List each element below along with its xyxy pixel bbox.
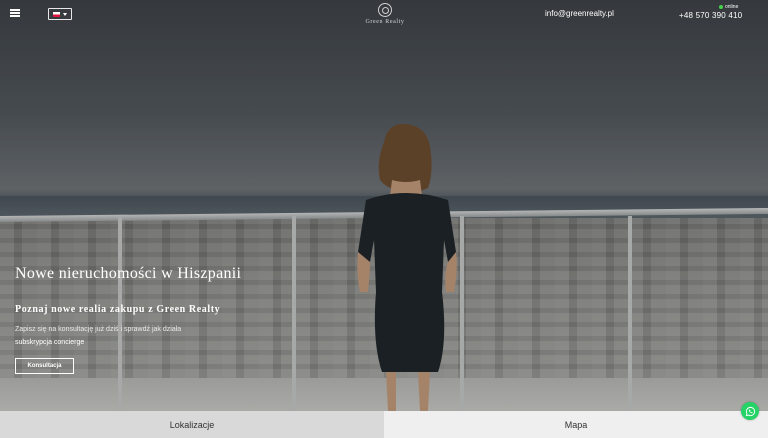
tab-mapa[interactable]: Mapa	[384, 411, 768, 438]
poland-flag-icon	[53, 11, 60, 17]
online-indicator: online	[719, 4, 738, 10]
hero-description: Zapisz się na konsultację już dziś i spr…	[15, 326, 182, 333]
concierge-subscription-link[interactable]: subskrypcja concierge	[15, 339, 84, 346]
email-link[interactable]: info@greenrealty.pl	[545, 9, 614, 18]
logo-text: Green Realty	[365, 19, 405, 25]
phone-link[interactable]: +48 570 390 410	[679, 11, 742, 20]
site-header: Green Realty info@greenrealty.pl online …	[0, 0, 768, 28]
hero-dim-overlay	[0, 0, 768, 411]
bottom-tabs: Lokalizacje Mapa	[0, 411, 768, 438]
online-dot-icon	[719, 5, 723, 9]
chevron-down-icon	[63, 12, 67, 16]
site-logo[interactable]: Green Realty	[360, 3, 410, 25]
hero-background	[0, 0, 768, 411]
hero-title: Nowe nieruchomości w Hiszpanii	[15, 265, 242, 282]
consultation-button[interactable]: Konsultacja	[15, 358, 74, 374]
hamburger-icon[interactable]	[10, 9, 20, 17]
online-label: online	[725, 4, 739, 10]
whatsapp-icon[interactable]	[741, 402, 759, 420]
tab-lokalizacje[interactable]: Lokalizacje	[0, 411, 384, 438]
whatsapp-glyph-icon	[745, 406, 755, 416]
logo-mark-icon	[378, 3, 392, 17]
hero-subtitle: Poznaj nowe realia zakupu z Green Realty	[15, 304, 221, 315]
language-selector[interactable]	[48, 8, 72, 20]
